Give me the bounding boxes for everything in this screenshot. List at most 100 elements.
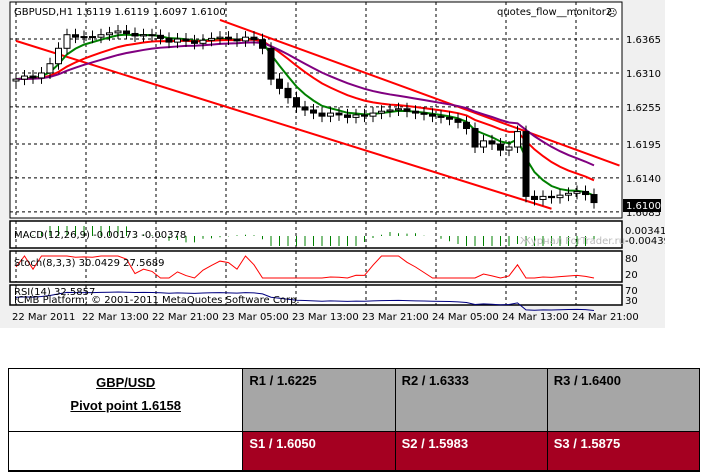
candle — [497, 143, 504, 151]
smiley-icon: ☹ — [607, 8, 617, 19]
candle — [97, 34, 105, 38]
candle — [157, 34, 164, 39]
candle — [463, 121, 470, 130]
candle — [114, 30, 122, 34]
candle — [369, 112, 377, 117]
candle — [573, 190, 581, 194]
y-tick-label: 1.6255 — [626, 103, 661, 114]
candle — [216, 36, 224, 39]
candle — [242, 36, 249, 42]
y-tick-label: 1.6310 — [626, 69, 661, 80]
candle — [437, 115, 445, 118]
x-tick-label: 24 Mar 21:00 — [572, 312, 639, 323]
x-tick-label: 24 Mar 13:00 — [502, 312, 569, 323]
candle — [293, 97, 300, 108]
s3-cell: S3 / 1.5875 — [546, 431, 701, 472]
candle — [225, 36, 232, 40]
candle — [471, 128, 479, 148]
candle — [539, 195, 547, 200]
pivot-table: GBP/USD Pivot point 1.6158 R1 / 1.6225 R… — [7, 368, 701, 472]
x-tick-label: 24 Mar 05:00 — [432, 312, 499, 323]
r1-cell: R1 / 1.6225 — [242, 368, 396, 432]
pair-cell: GBP/USD Pivot point 1.6158 — [7, 368, 244, 432]
y-tick-label: 1.6365 — [626, 35, 661, 46]
candle — [259, 39, 266, 49]
s1-cell: S1 / 1.6050 — [242, 431, 396, 472]
candle — [46, 63, 54, 74]
copyright: ICMB Platform, © 2001-2011 MetaQuotes So… — [14, 295, 300, 306]
candle — [21, 75, 28, 80]
empty-cell — [7, 431, 244, 472]
candle — [140, 34, 147, 37]
candle — [352, 114, 360, 118]
candle — [488, 140, 496, 145]
candle — [72, 34, 79, 38]
macd-tick: -0.00439 — [625, 236, 665, 247]
candle — [208, 37, 215, 41]
current-price: 1.6100 — [626, 201, 661, 212]
candle — [318, 112, 326, 117]
rsi-tick: 30 — [625, 296, 638, 307]
candle — [174, 38, 181, 43]
candle — [480, 140, 487, 148]
candle — [335, 112, 343, 116]
candle — [420, 112, 428, 115]
candle — [148, 34, 156, 37]
candle — [89, 36, 96, 39]
candle — [38, 72, 45, 79]
candle — [191, 40, 198, 44]
candle — [531, 195, 538, 200]
candle — [361, 114, 368, 117]
candle — [378, 110, 385, 114]
candle — [386, 109, 394, 112]
candle — [233, 38, 241, 42]
candle — [565, 192, 572, 196]
candle — [446, 116, 453, 120]
chart-svg: 1.63651.63101.62551.61951.61401.608522 M… — [9, 1, 670, 323]
x-tick-label: 22 Mar 2011 — [12, 312, 75, 323]
candle — [250, 36, 258, 41]
candle — [182, 38, 190, 42]
candle — [276, 78, 283, 89]
candle — [412, 110, 419, 114]
candle — [63, 34, 71, 49]
candle — [454, 118, 462, 123]
candle — [514, 131, 521, 148]
candle — [29, 75, 37, 79]
s2-cell: S2 / 1.5983 — [394, 431, 548, 472]
candle — [80, 36, 88, 39]
r3-cell: R3 / 1.6400 — [546, 368, 701, 432]
candle — [403, 108, 411, 112]
candle — [310, 109, 317, 114]
pivot-label: Pivot point 1.6158 — [70, 398, 181, 413]
candle — [522, 131, 530, 197]
candle — [165, 37, 173, 43]
stoch-tick: 20 — [625, 270, 638, 281]
candle — [344, 114, 351, 118]
candle — [131, 32, 139, 37]
candle — [429, 113, 436, 117]
candle — [199, 39, 207, 44]
stoch-tick: 80 — [625, 254, 638, 265]
x-tick-label: 22 Mar 13:00 — [82, 312, 149, 323]
price-chart[interactable]: 1.6365 1.6310 1.6255 1.6195 1.6140 1.6085 22 M… — [0, 0, 670, 328]
candle — [106, 32, 113, 36]
candle — [123, 30, 130, 34]
candle — [12, 78, 20, 82]
candle — [395, 108, 402, 111]
candle — [556, 194, 564, 199]
x-tick-label: 22 Mar 21:00 — [152, 312, 219, 323]
candle — [284, 87, 292, 99]
y-tick-label: 1.6195 — [626, 140, 661, 151]
indicator-label: quotes_flow__monitor2 — [497, 7, 612, 18]
candle — [548, 195, 555, 199]
pair-label: GBP/USD — [96, 375, 156, 390]
r2-cell: R2 / 1.6333 — [394, 368, 548, 432]
x-tick-label: 23 Mar 21:00 — [362, 312, 429, 323]
macd-label: MACD(12,26,9) -0.00173 -0.00378 — [14, 230, 186, 241]
watermark: Журнал ForTrader.ru — [520, 236, 625, 247]
candle — [301, 106, 309, 111]
x-tick-label: 23 Mar 05:00 — [222, 312, 289, 323]
candle — [327, 112, 334, 117]
chart-title: GBPUSD,H1 1.6119 1.6119 1.6097 1.6100 — [14, 7, 226, 18]
